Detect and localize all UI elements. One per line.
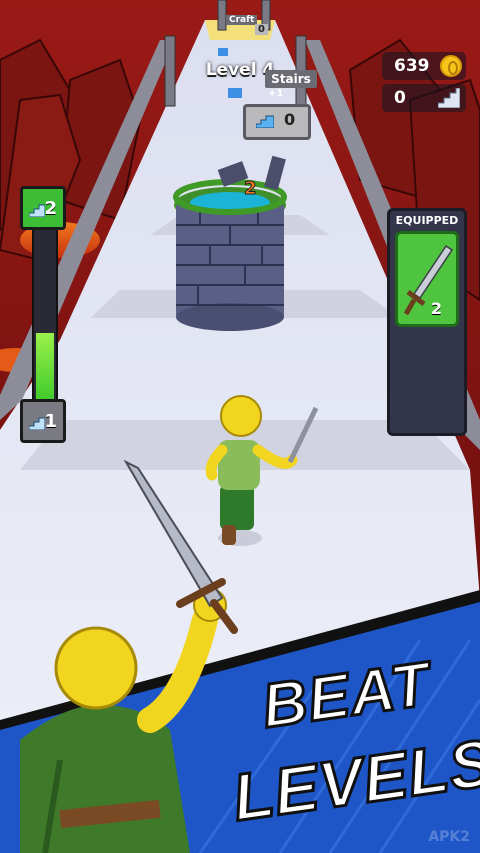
stairs-icon	[29, 204, 45, 217]
equipped-count: 2	[430, 299, 442, 318]
far-gate-label: Craft	[226, 15, 258, 25]
coin-count: 639	[394, 56, 430, 76]
sword-icon	[403, 244, 454, 316]
meter-bottom-box: 1	[20, 399, 66, 443]
far-gate-value: 0	[255, 24, 268, 35]
equipped-title: EQUIPPED	[395, 214, 459, 227]
meter-bottom-value: 1	[44, 411, 57, 432]
equipped-weapon-slot[interactable]: 2	[395, 231, 459, 327]
progress-meter-fill	[36, 333, 54, 402]
stairs-counter: 0	[382, 84, 466, 112]
meter-top-box: 2	[20, 186, 66, 230]
gate-stairs-label: Stairs	[265, 70, 317, 88]
meter-top-value: 2	[44, 198, 57, 219]
gate-value: 0	[284, 110, 296, 129]
watermark: APK2	[428, 829, 470, 845]
stairs-icon	[438, 88, 460, 108]
stairs-count: 0	[394, 88, 406, 108]
well-number: 2	[244, 178, 257, 200]
equipped-panel: EQUIPPED 2	[387, 208, 467, 436]
coin-counter: 639	[382, 52, 466, 80]
coin-icon	[440, 55, 462, 77]
gate-bonus: +1	[268, 88, 284, 99]
progress-meter	[32, 228, 58, 404]
stairs-icon	[256, 115, 274, 128]
stairs-icon	[29, 417, 45, 430]
stairs-gate: 0	[243, 104, 311, 140]
game-scene[interactable]: Level 4 Stairs 0 +1 Craft 0 2 639 0 2 1 …	[0, 0, 480, 853]
